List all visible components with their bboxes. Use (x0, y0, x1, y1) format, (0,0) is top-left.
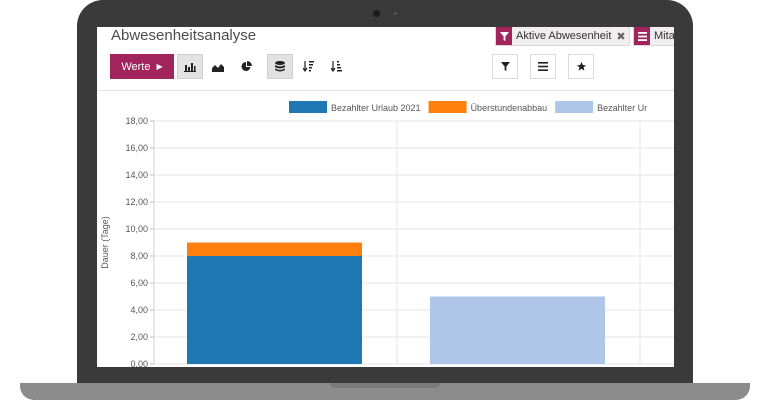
legend-label: Überstundenabbau (471, 103, 548, 113)
sort-descending-icon (302, 61, 314, 72)
search-facet-group[interactable]: Mita (633, 27, 674, 46)
y-tick-label: 0,00 (130, 359, 148, 367)
favorites-menu-button[interactable] (568, 54, 594, 79)
filter-menu-button[interactable] (492, 54, 518, 79)
graph-chart: 0,00 2,00 4,00 6,00 8,00 10,00 12,00 14,00 16,00… (100, 101, 674, 367)
list-icon (538, 62, 548, 71)
bar-chart-button[interactable] (177, 54, 203, 79)
measures-button[interactable]: Werte ▶ (110, 54, 174, 79)
y-axis-label: Dauer (Tage) (100, 216, 110, 269)
measures-button-label: Werte (121, 60, 151, 73)
legend-swatch (555, 101, 594, 113)
webcam-led (394, 12, 397, 15)
legend-swatch (428, 101, 467, 113)
y-tick-label: 12,00 (125, 197, 148, 207)
laptop-base-notch (330, 383, 440, 388)
y-tick-label: 6,00 (130, 278, 148, 288)
pie-chart-button[interactable] (233, 54, 259, 79)
bar-chart-icon (184, 62, 196, 72)
group-icon (634, 27, 650, 45)
y-tick-label: 14,00 (125, 170, 148, 180)
filter-icon (500, 62, 510, 71)
y-tick-label: 16,00 (125, 143, 148, 153)
page-title: Abwesenheitsanalyse (111, 27, 257, 44)
sort-ascending-button[interactable] (323, 54, 349, 79)
close-icon[interactable]: ✖ (616, 30, 625, 43)
stacked-button[interactable] (267, 54, 293, 79)
line-chart-button[interactable] (205, 54, 231, 79)
stacked-icon (275, 61, 285, 72)
bar (187, 242, 362, 256)
star-icon (576, 61, 586, 71)
y-tick-label: 4,00 (130, 305, 148, 315)
y-tick-label: 18,00 (125, 116, 148, 126)
y-tick-label: 10,00 (125, 224, 148, 234)
caret-right-icon: ▶ (156, 62, 163, 71)
app-screen: Abwesenheitsanalyse Aktive Abwesenheit ✖… (97, 27, 674, 367)
y-tick-label: 8,00 (130, 251, 148, 261)
sort-descending-button[interactable] (295, 54, 321, 79)
group-by-menu-button[interactable] (530, 54, 556, 79)
legend-label: Bezahlter Urlaub 2021 (331, 103, 421, 113)
legend-swatch (289, 101, 327, 113)
header-divider (97, 90, 674, 91)
filter-icon (496, 27, 512, 45)
y-tick-label: 2,00 (130, 332, 148, 342)
facet-label: Aktive Abwesenheit (516, 30, 612, 42)
bar (187, 256, 362, 364)
area-chart-icon (212, 63, 224, 72)
facet-label: Mita (654, 30, 674, 42)
pie-chart-icon (241, 61, 252, 71)
sort-ascending-icon (330, 61, 342, 72)
search-facet-active-absence[interactable]: Aktive Abwesenheit ✖ (495, 27, 630, 46)
webcam (373, 10, 380, 17)
legend-label: Bezahlter Ur (597, 103, 647, 113)
bar (430, 296, 605, 364)
